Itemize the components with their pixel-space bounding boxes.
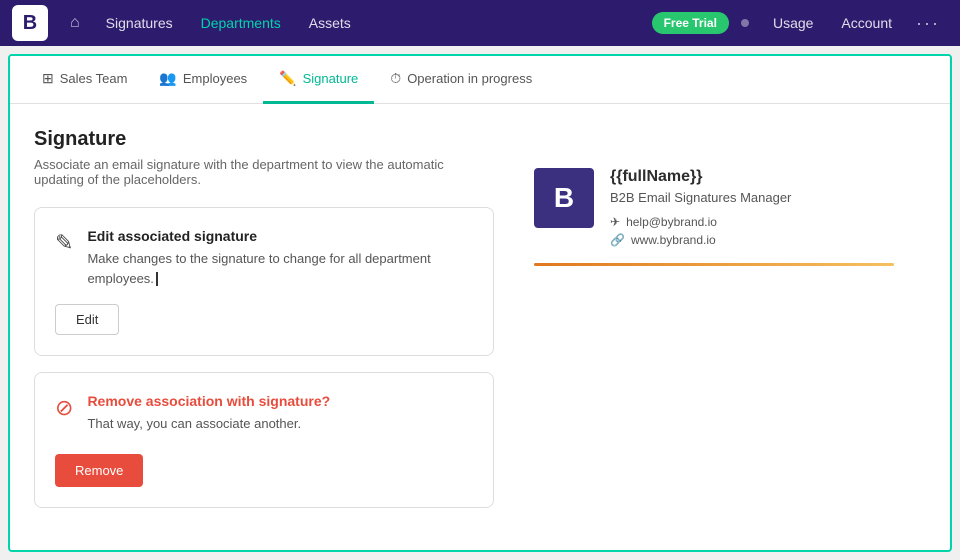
signature-preview-panel: B {{fullName}} B2B Email Signatures Mana… (534, 128, 926, 517)
navbar: B ⌂ Signatures Departments Assets Free T… (0, 0, 960, 46)
signature-job-title: B2B Email Signatures Manager (610, 190, 791, 205)
signature-tab-icon: ✏️ (279, 70, 296, 87)
nav-account[interactable]: Account (829, 9, 904, 37)
remove-button[interactable]: Remove (55, 454, 143, 487)
tab-employees[interactable]: 👥 Employees (143, 56, 263, 104)
signature-website-row: 🔗 www.bybrand.io (610, 233, 791, 247)
email-icon: ✈ (610, 215, 620, 229)
remove-signature-card: ⊘ Remove association with signature? Tha… (34, 372, 494, 508)
operation-icon: ⏱ (390, 70, 401, 87)
signature-website: www.bybrand.io (631, 233, 716, 247)
remove-signature-icon: ⊘ (55, 395, 73, 421)
tab-operation[interactable]: ⏱ Operation in progress (374, 56, 548, 104)
nav-more-icon[interactable]: ··· (908, 7, 948, 40)
nav-signatures[interactable]: Signatures (94, 9, 185, 37)
edit-card-title: Edit associated signature (87, 228, 473, 244)
nav-separator-dot (741, 19, 749, 27)
signature-email: help@bybrand.io (626, 215, 717, 229)
signature-logo: B (534, 168, 594, 228)
home-icon[interactable]: ⌂ (60, 8, 90, 38)
tab-sales-team[interactable]: ⊞ Sales Team (26, 56, 143, 104)
signature-name: {{fullName}} (610, 168, 791, 186)
edit-button[interactable]: Edit (55, 304, 119, 335)
nav-usage[interactable]: Usage (761, 9, 825, 37)
free-trial-badge[interactable]: Free Trial (652, 12, 729, 34)
signature-preview: B {{fullName}} B2B Email Signatures Mana… (534, 168, 926, 247)
nav-assets[interactable]: Assets (297, 9, 363, 37)
remove-card-description: That way, you can associate another. (87, 414, 330, 434)
content-area: ⊞ Sales Team 👥 Employees ✏️ Signature ⏱ … (8, 54, 952, 552)
left-panel: Signature Associate an email signature w… (34, 128, 494, 517)
page-title: Signature (34, 128, 494, 151)
page-subtitle: Associate an email signature with the de… (34, 157, 494, 187)
link-icon: 🔗 (610, 233, 625, 247)
edit-signature-card: ✎ Edit associated signature Make changes… (34, 207, 494, 356)
app-logo[interactable]: B (12, 5, 48, 41)
main-content: Signature Associate an email signature w… (10, 104, 950, 541)
signature-divider (534, 263, 894, 266)
tab-signature[interactable]: ✏️ Signature (263, 56, 374, 104)
nav-departments[interactable]: Departments (189, 9, 293, 37)
signature-info: {{fullName}} B2B Email Signatures Manage… (610, 168, 791, 247)
signature-email-row: ✈ help@bybrand.io (610, 215, 791, 229)
edit-card-description: Make changes to the signature to change … (87, 249, 473, 288)
text-cursor (156, 272, 158, 286)
employees-icon: 👥 (159, 70, 176, 87)
edit-signature-icon: ✎ (55, 230, 73, 256)
sales-team-icon: ⊞ (42, 70, 54, 87)
tab-bar: ⊞ Sales Team 👥 Employees ✏️ Signature ⏱ … (10, 56, 950, 104)
remove-card-title: Remove association with signature? (87, 393, 330, 409)
